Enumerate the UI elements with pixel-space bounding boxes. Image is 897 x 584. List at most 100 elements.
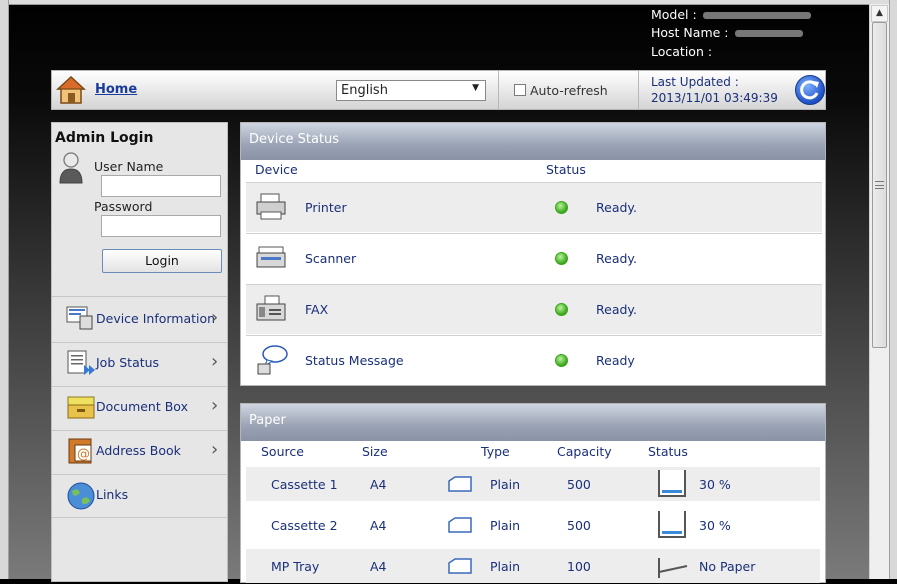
toolbar-divider (638, 70, 639, 110)
location-info: Location : (651, 44, 712, 59)
fax-icon (255, 294, 287, 328)
device-column-header: Device (255, 162, 298, 177)
device-status-text: Ready. (596, 302, 637, 317)
paper-row-mp-tray[interactable]: MP Tray A4 Plain 100 No Paper (246, 549, 820, 583)
hostname-info: Host Name : (651, 25, 803, 40)
admin-login-title: Admin Login (55, 130, 154, 146)
sidebar-item-label: Links (96, 487, 129, 502)
language-select-value: English (341, 83, 388, 98)
sidebar-item-links[interactable]: Links (52, 474, 227, 518)
status-message-icon (255, 344, 289, 380)
mp-tray-level-icon (657, 552, 689, 584)
auto-refresh-label[interactable]: Auto-refresh (530, 83, 608, 98)
device-status-title: Device Status (241, 123, 825, 160)
paper-status: 30 % (699, 518, 731, 533)
sidebar-item-label: Device Information (96, 311, 216, 326)
device-name: Scanner (305, 251, 357, 266)
printer-icon (255, 192, 287, 226)
hostname-label: Host Name : (651, 25, 729, 40)
home-link[interactable]: Home (95, 82, 137, 97)
login-button[interactable]: Login (102, 249, 222, 273)
paper-size: A4 (370, 477, 387, 492)
capacity-column-header: Capacity (557, 444, 612, 459)
sidebar-item-document-box[interactable]: Document Box › (52, 386, 227, 430)
address-book-icon: @ (66, 437, 96, 469)
device-name: FAX (305, 302, 329, 317)
paper-size: A4 (370, 559, 387, 574)
document-box-icon (66, 393, 96, 425)
last-updated-label: Last Updated : (651, 75, 739, 89)
device-status-text: Ready (596, 353, 635, 368)
last-updated-value: 2013/11/01 03:49:39 (651, 91, 778, 105)
device-name: Printer (305, 200, 347, 215)
status-ok-icon (555, 252, 568, 265)
chevron-right-icon: › (211, 351, 219, 372)
paper-source: MP Tray (271, 559, 320, 574)
paper-source: Cassette 1 (271, 477, 338, 492)
username-label: User Name (94, 159, 164, 174)
paper-tray-icon (447, 475, 473, 497)
svg-text:@: @ (77, 447, 90, 462)
paper-source: Cassette 2 (271, 518, 338, 533)
sidebar-item-label: Job Status (96, 355, 160, 370)
paper-level-icon (657, 509, 687, 543)
paper-capacity: 100 (567, 559, 591, 574)
home-icon[interactable] (56, 75, 86, 109)
refresh-button[interactable] (795, 75, 825, 105)
device-row-fax[interactable]: FAX Ready. (246, 284, 822, 334)
paper-title: Paper (241, 404, 825, 441)
model-value-redacted (702, 12, 811, 19)
status-column-header: Status (546, 162, 586, 177)
model-info: Model : (651, 7, 811, 22)
status-ok-icon (555, 303, 568, 316)
language-select[interactable]: English ▼ (336, 80, 486, 101)
auto-refresh-checkbox[interactable] (514, 84, 526, 96)
toolbar-divider (498, 70, 499, 110)
paper-tray-icon (447, 557, 473, 579)
status-ok-icon (555, 201, 568, 214)
chevron-right-icon: › (211, 395, 219, 416)
device-name: Status Message (305, 353, 404, 368)
job-status-icon (66, 349, 96, 381)
scrollbar-grip-icon (875, 181, 884, 189)
window-top-edge (0, 0, 897, 5)
paper-type: Plain (490, 518, 521, 533)
password-input[interactable] (101, 215, 221, 237)
source-column-header: Source (261, 444, 304, 459)
username-input[interactable] (101, 175, 221, 197)
globe-icon (66, 481, 96, 515)
chevron-right-icon: › (211, 439, 219, 460)
sidebar-item-device-information[interactable]: Device Information › (52, 296, 227, 340)
sidebar-item-address-book[interactable]: @ Address Book › (52, 430, 227, 474)
scanner-icon (255, 243, 287, 277)
scroll-up-arrow-icon[interactable]: ▲ (871, 5, 888, 22)
refresh-icon (800, 80, 819, 100)
paper-capacity: 500 (567, 518, 591, 533)
paper-status-column-header: Status (648, 444, 688, 459)
paper-status: No Paper (699, 559, 756, 574)
paper-capacity: 500 (567, 477, 591, 492)
status-ok-icon (555, 354, 568, 367)
sidebar-item-job-status[interactable]: Job Status › (52, 342, 227, 386)
model-label: Model : (651, 7, 697, 22)
hostname-value-redacted (734, 30, 803, 37)
paper-row-cassette-1[interactable]: Cassette 1 A4 Plain 500 30 % (246, 467, 820, 501)
chevron-right-icon: › (211, 307, 219, 328)
device-information-icon (66, 305, 94, 335)
paper-type: Plain (490, 559, 521, 574)
sidebar-item-label: Address Book (96, 443, 181, 458)
device-row-scanner[interactable]: Scanner Ready. (246, 233, 822, 283)
device-status-text: Ready. (596, 200, 637, 215)
device-row-status-message[interactable]: Status Message Ready (246, 335, 822, 385)
dropdown-arrow-icon: ▼ (472, 83, 479, 93)
paper-type: Plain (490, 477, 521, 492)
paper-size: A4 (370, 518, 387, 533)
paper-row-cassette-2[interactable]: Cassette 2 A4 Plain 500 30 % (246, 508, 820, 542)
location-label: Location : (651, 44, 713, 59)
password-label: Password (94, 199, 153, 214)
size-column-header: Size (362, 444, 388, 459)
window-left-edge (0, 0, 9, 579)
paper-level-icon (657, 468, 687, 502)
sidebar-item-label: Document Box (96, 399, 188, 414)
device-row-printer[interactable]: Printer Ready. (246, 182, 822, 232)
